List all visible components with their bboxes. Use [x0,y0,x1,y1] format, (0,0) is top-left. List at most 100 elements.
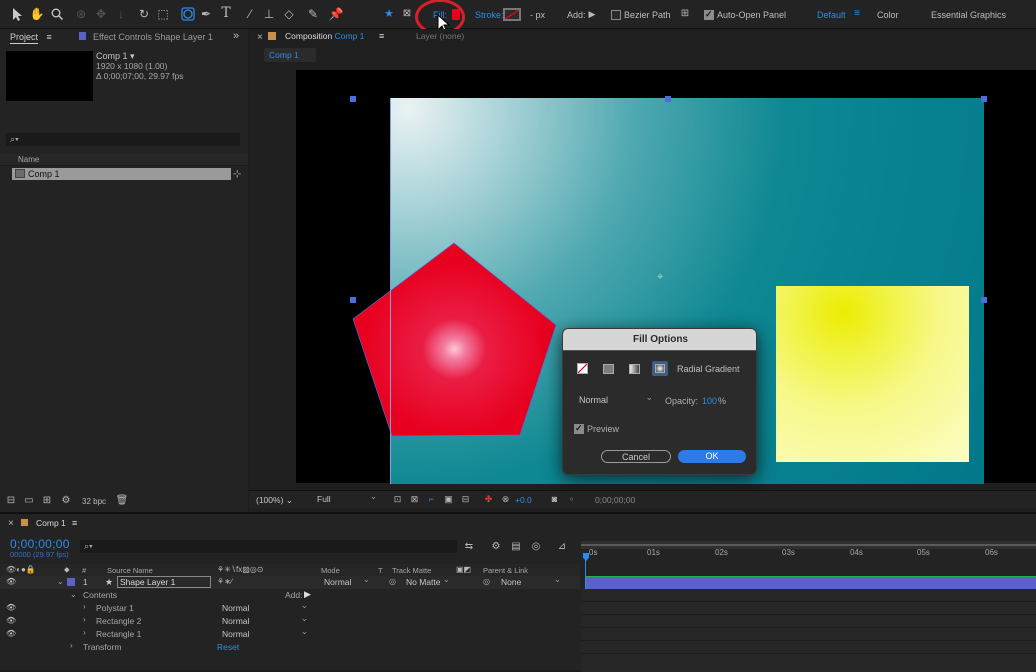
timeline-tab-label[interactable]: Comp 1 [36,518,66,528]
region-of-interest-icon[interactable]: ▣ [443,494,454,505]
adjust-project-icon[interactable]: ⚙ [60,495,72,507]
transform-expand-chevron-icon[interactable]: › [70,641,73,650]
selection-tool-icon[interactable] [10,7,24,21]
transform-handle-tm[interactable] [665,96,671,102]
layer-label-color[interactable] [67,578,75,586]
transform-handle-ml[interactable] [350,297,356,303]
fill-options-titlebar[interactable]: Fill Options [563,329,756,351]
rectangle-1-mode-dropdown[interactable]: Normal [219,626,311,640]
layer-duration-bar[interactable] [586,576,1036,589]
workspace-essential-graphics[interactable]: Essential Graphics [931,10,1006,20]
timeline-search-input[interactable]: ⌕▾ [80,540,457,553]
layer-tab[interactable]: Layer (none) [416,31,464,41]
fill-solid-color-icon[interactable] [603,364,614,374]
project-item-comp1[interactable]: Comp 1 [12,168,231,180]
star-tool-icon[interactable]: ★ [383,8,395,20]
zoom-tool-icon[interactable] [50,7,64,21]
column-name-header[interactable]: Name [18,155,39,164]
layer-switches[interactable]: ⚘∗∕ [217,577,232,586]
layer-expand-chevron-icon[interactable]: ⌄ [57,577,64,586]
blend-mode-dropdown[interactable]: Normal [576,392,656,406]
rectangle-2-mode-dropdown[interactable]: Normal [219,613,311,627]
fill-linear-gradient-icon[interactable] [629,364,640,374]
frame-blending-icon[interactable]: ▤ [510,541,522,553]
clone-stamp-tool-icon[interactable]: ⊥ [262,7,276,21]
composition-mini-flowchart-icon[interactable]: ⇆ [463,541,475,553]
project-tab[interactable]: Project ≡ [10,32,52,46]
dolly-camera-icon[interactable]: ↓ [114,7,128,21]
roto-brush-tool-icon[interactable]: ✎ [306,7,320,21]
panel-icon[interactable]: ⊞ [679,8,691,20]
comp-breadcrumb[interactable]: Comp 1 [264,48,316,62]
expand-panels-icon[interactable]: » [233,30,239,42]
pan-camera-icon[interactable]: ✥ [94,7,108,21]
bpc-label[interactable]: 32 bpc [82,497,106,506]
rectangle-1-visibility-eye-icon[interactable]: 👁 [6,629,16,638]
mask-visibility-icon[interactable]: ⌐ [426,494,437,505]
polystar-expand-chevron-icon[interactable]: › [83,602,86,611]
motion-blur-icon[interactable]: ◎ [530,541,542,553]
transform-reset-link[interactable]: Reset [217,642,239,652]
rectangle-2-visibility-eye-icon[interactable]: 👁 [6,616,16,625]
transform-handle-tl[interactable] [350,96,356,102]
resolution-dropdown[interactable]: Full [314,491,380,505]
col-source-name[interactable]: Source Name [107,566,153,575]
composition-tab[interactable]: Composition Comp 1 [285,31,364,41]
preview-checkbox[interactable] [574,423,584,434]
panel-menu-icon[interactable]: ≡ [47,32,52,42]
fill-none-icon[interactable] [577,363,588,374]
orbit-camera-icon[interactable]: ⊛ [74,7,88,21]
opacity-value[interactable]: 100 [702,396,717,406]
pen-tool-icon[interactable]: ✒ [199,7,213,21]
composition-menu-icon[interactable]: ≡ [379,31,384,41]
close-timeline-tab-icon[interactable]: × [8,518,14,529]
sublayer-row-rectangle-2[interactable]: 👁 › Rectangle 2 Normal [0,613,580,628]
cancel-button[interactable]: Cancel [601,450,671,463]
parent-dropdown[interactable]: None [498,574,564,588]
eraser-tool-icon[interactable]: ◇ [282,7,296,21]
ok-button[interactable]: OK [678,450,746,463]
viewer-timecode[interactable]: 0;00;00;00 [595,495,635,505]
stroke-swatch[interactable] [503,8,521,21]
rectangle-1-yellow-shape[interactable] [776,286,969,462]
stroke-width-value[interactable]: - px [530,10,545,20]
flowchart-icon[interactable]: ⊹ [233,169,241,180]
contents-expand-chevron-icon[interactable]: ⌄ [70,590,77,599]
fast-previews-icon[interactable]: ⊡ [392,494,403,505]
graph-editor-icon[interactable]: ⊿ [556,541,568,553]
track-matte-pickwhip-icon[interactable]: ◎ [389,577,396,586]
sublayer-row-polystar-1[interactable]: 👁 › Polystar 1 Normal [0,600,580,615]
polystar-mode-dropdown[interactable]: Normal [219,600,311,614]
contents-add-icon[interactable]: ▶ [304,589,311,600]
workspace-color[interactable]: Color [877,10,899,20]
draft-3d-icon[interactable]: ⚙ [490,541,502,553]
transparency-grid-icon[interactable]: ⊠ [409,494,420,505]
polystar-visibility-eye-icon[interactable]: 👁 [6,603,16,612]
project-search-input[interactable]: ⌕▾ [6,133,240,146]
exposure-value[interactable]: +0.0 [515,495,532,505]
fill-radial-gradient-button[interactable] [652,361,668,376]
effect-controls-tab[interactable]: Effect Controls Shape Layer 1 [93,32,213,46]
parent-pickwhip-icon[interactable]: ◎ [483,577,490,586]
pan-behind-tool-icon[interactable]: ⬚ [156,7,170,21]
exposure-reset-icon[interactable]: ⊗ [500,494,511,505]
color-channels-icon[interactable]: ✤ [483,494,494,505]
timeline-menu-icon[interactable]: ≡ [72,518,77,528]
polystar-pentagon-shape[interactable] [352,242,558,438]
rotate-tool-icon[interactable]: ↻ [137,7,151,21]
rectangle-2-expand-chevron-icon[interactable]: › [83,615,86,624]
workspace-menu-icon[interactable]: ≡ [852,9,862,19]
add-menu-icon[interactable]: ▶ [587,9,597,19]
stroke-label[interactable]: Stroke: [475,10,504,20]
bezier-path-checkbox[interactable] [611,10,621,20]
hand-tool-icon[interactable]: ✋ [30,7,45,21]
anchor-point-icon[interactable]: ⌖ [657,271,663,284]
current-time-display[interactable]: 0;00;00;00 [10,537,70,551]
transform-row[interactable]: › Transform Reset [0,641,580,654]
new-folder-icon[interactable]: ▭ [23,495,35,507]
interpret-footage-icon[interactable]: ⊟ [5,495,17,507]
type-tool-icon[interactable]: T [219,6,233,20]
track-matte-dropdown[interactable]: No Matte [403,574,453,588]
magnification-dropdown[interactable]: (100%) ⌄ [256,495,293,506]
workspace-default[interactable]: Default [817,10,846,20]
